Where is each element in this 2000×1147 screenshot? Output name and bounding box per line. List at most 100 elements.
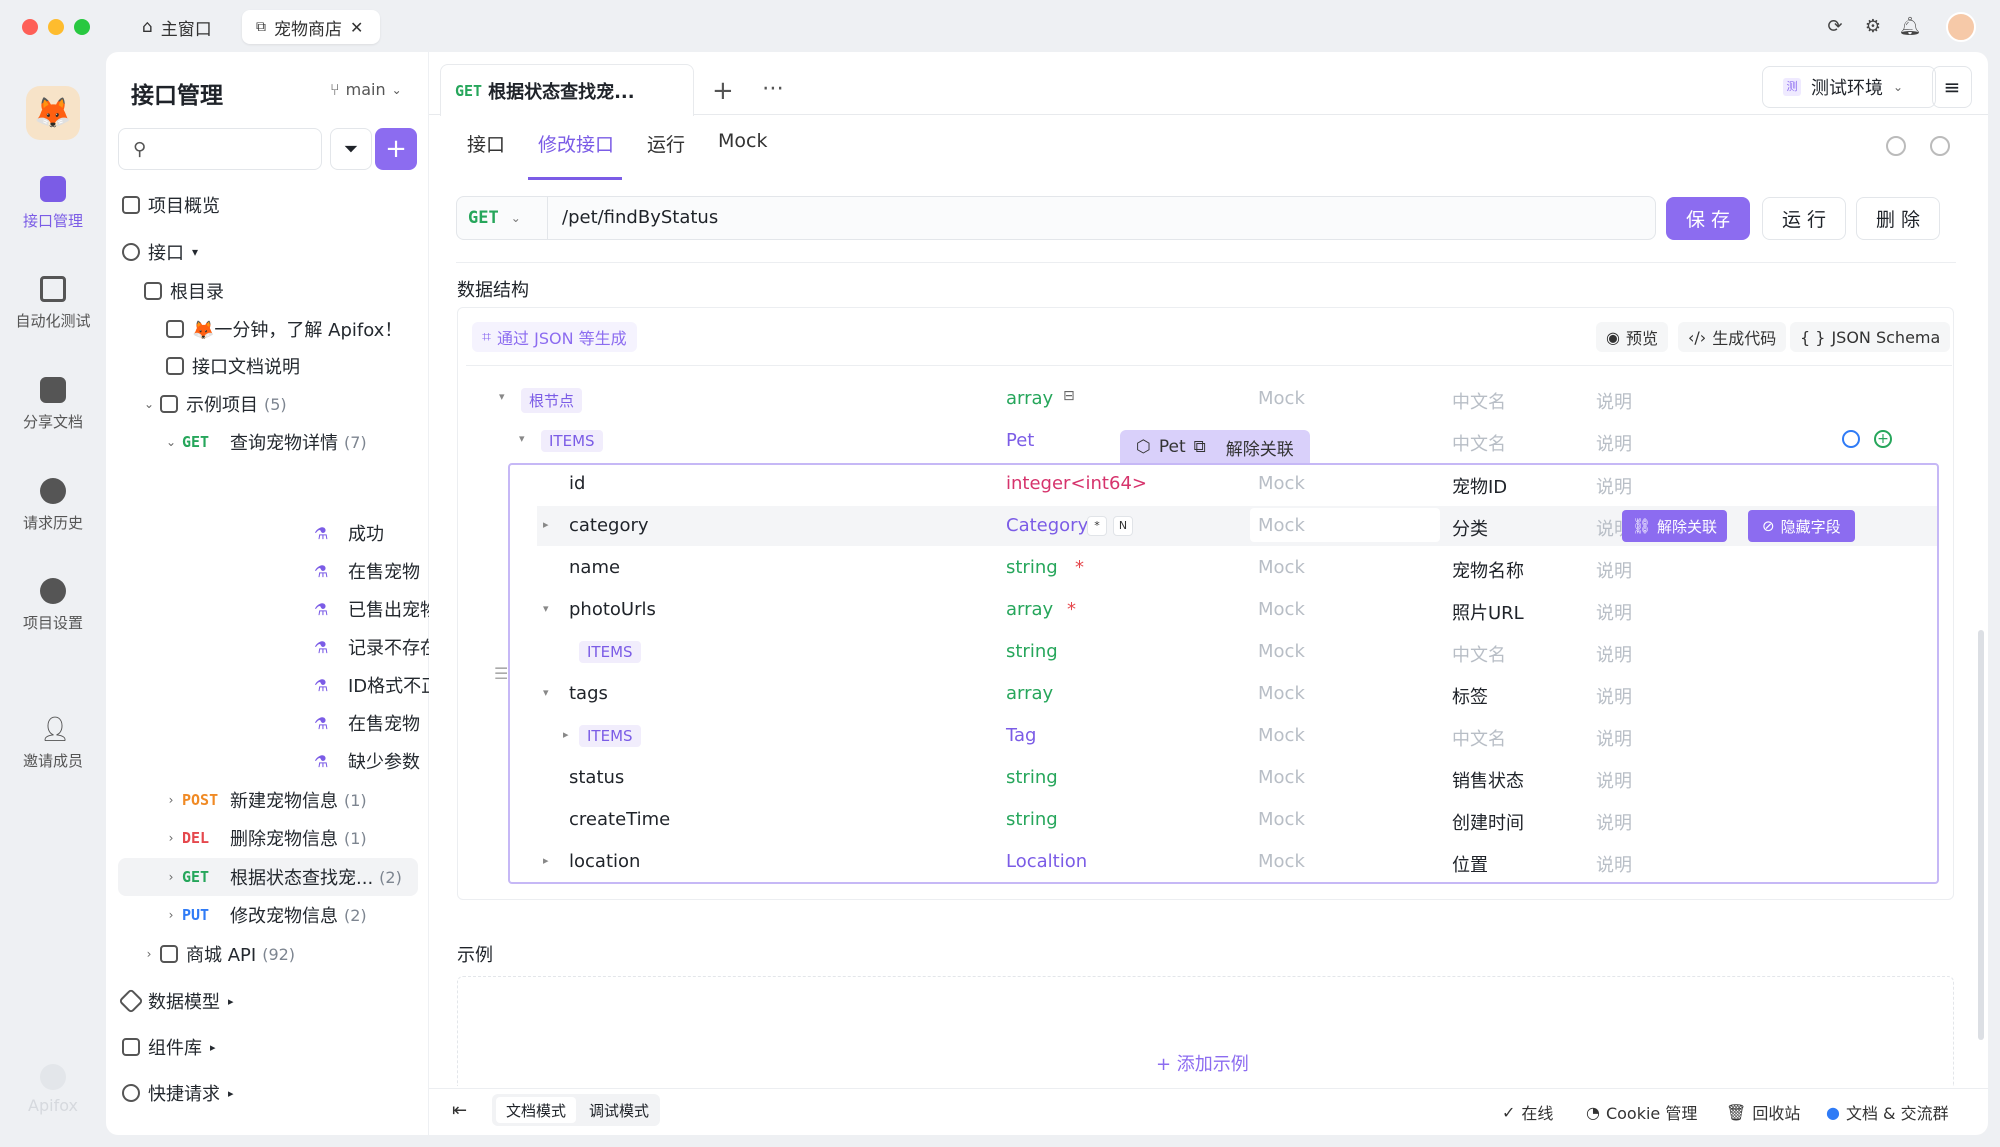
external-link-icon[interactable]: ⧉ [1194, 437, 1206, 457]
cn-name-input[interactable]: 中文名 [1452, 725, 1506, 751]
tree-item-quick-requests[interactable]: 快捷请求 ▸ [122, 1075, 234, 1111]
save-button[interactable]: 保 存 [1666, 197, 1750, 240]
tree-item-example-folder[interactable]: ⌄ 示例项目 (5) [138, 386, 287, 422]
mock-input[interactable]: Mock [1258, 641, 1305, 662]
add-example-button[interactable]: + 添加示例 [1156, 1050, 1249, 1076]
rail-item-settings[interactable]: 项目设置 [0, 578, 106, 633]
tree-item-doc[interactable]: 🦊一分钟，了解 Apifox！ [166, 311, 402, 347]
cn-name[interactable]: 照片URL [1452, 599, 1524, 625]
schema-row-field[interactable]: ▾ tags array Mock 标签 说明 [457, 673, 1954, 715]
schema-row-field[interactable]: ▸ ITEMS Tag Mock 中文名 说明 [457, 715, 1954, 757]
schema-row-field[interactable]: ▸ category Category * N Mock 分类 说明 [457, 505, 1954, 547]
maximize-window-button[interactable] [74, 19, 90, 35]
refresh-icon[interactable]: ⟳ [1822, 13, 1848, 39]
project-logo[interactable]: 🦊 [26, 86, 80, 140]
schema-row-field[interactable]: ITEMS string Mock 中文名 说明 [457, 631, 1954, 673]
delete-button[interactable]: 删 除 [1856, 197, 1940, 240]
tree-item-case[interactable]: ⚗ 缺少参数 [314, 743, 420, 779]
collapse-sidebar-icon[interactable]: ⇤ [452, 1100, 467, 1121]
tree-item-case[interactable]: ⚗ 已售出宠物 [314, 591, 438, 627]
bell-icon[interactable]: 🔔︎ [1897, 13, 1923, 39]
tree-item-case[interactable]: ⚗ 在售宠物 [314, 705, 420, 741]
tree-item-case[interactable]: ⚗ 成功 [314, 515, 384, 551]
mock-input[interactable]: Mock [1258, 851, 1305, 872]
preview-button[interactable]: ◉ 预览 [1596, 322, 1668, 352]
settings-icon[interactable] [1930, 136, 1950, 156]
tree-item-api-put[interactable]: › PUT 修改宠物信息 (2) [160, 897, 367, 933]
nullable-badge[interactable]: N [1113, 516, 1133, 536]
scrollbar-thumb[interactable] [1978, 630, 1984, 1040]
subtab-mock[interactable]: Mock [718, 130, 767, 152]
cookie-manager-button[interactable]: ◔ Cookie 管理 [1586, 1100, 1697, 1124]
tree-item-root[interactable]: 根目录 [144, 273, 224, 309]
cn-name-input[interactable]: 中文名 [1452, 641, 1506, 667]
generate-from-json-button[interactable]: ⌗ 通过 JSON 等生成 [472, 322, 637, 352]
cn-name[interactable]: 标签 [1452, 683, 1488, 709]
required-badge[interactable]: * [1087, 516, 1107, 536]
cn-name[interactable]: 位置 [1452, 851, 1488, 877]
hide-field-button[interactable]: ⊘ 隐藏字段 [1748, 510, 1855, 542]
generate-code-button[interactable]: ‹/› 生成代码 [1678, 322, 1787, 352]
subtab-run[interactable]: 运行 [647, 130, 685, 157]
close-tab-icon[interactable]: ✕ [350, 18, 363, 37]
desc-input[interactable]: 说明 [1596, 473, 1632, 499]
more-options-icon[interactable] [1842, 430, 1860, 448]
trash-button[interactable]: 🗑︎ 回收站 [1726, 1100, 1800, 1124]
rail-item-api[interactable]: 接口管理 [0, 176, 106, 231]
mock-input[interactable]: Mock [1258, 557, 1305, 578]
tab-home[interactable]: ⌂ 主窗口 [128, 10, 226, 44]
desc-input[interactable]: 说明 [1596, 599, 1632, 625]
online-status[interactable]: ✓ 在线 [1502, 1100, 1553, 1124]
schema-row-field[interactable]: ▾ photoUrls array * Mock 照片URL 说明 [457, 589, 1954, 631]
desc-input[interactable]: 说明 [1596, 725, 1632, 751]
pet-ref-tag[interactable]: ⬡ Pet ⧉ 解除关联 [1120, 430, 1310, 464]
community-button[interactable]: ● 文档 & 交流群 [1826, 1100, 1949, 1124]
cn-name-input[interactable]: 中文名 [1452, 388, 1506, 414]
schema-row-field[interactable]: ▸ location Localtion Mock 位置 说明 [457, 841, 1954, 883]
desc-input[interactable]: 说明 [1596, 641, 1632, 667]
desc-input[interactable]: 说明 [1596, 557, 1632, 583]
mock-input[interactable]: Mock [1258, 599, 1305, 620]
subtab-api[interactable]: 接口 [467, 130, 505, 157]
desc-input[interactable]: 说明 [1596, 430, 1632, 456]
filter-button[interactable]: ⏷ [330, 128, 372, 170]
cn-name[interactable]: 宠物名称 [1452, 557, 1524, 583]
menu-icon[interactable]: ≡ [1932, 66, 1972, 108]
desc-input[interactable]: 说明 [1596, 767, 1632, 793]
desc-input[interactable]: 说明 [1596, 683, 1632, 709]
history-icon[interactable] [1886, 136, 1906, 156]
debug-mode-button[interactable]: 调试模式 [580, 1097, 658, 1123]
mock-input[interactable]: Mock [1258, 388, 1305, 409]
schema-row-field[interactable]: id integer<int64> Mock 宠物ID 说明 [457, 463, 1954, 505]
cn-name[interactable]: 创建时间 [1452, 809, 1524, 835]
tree-item-api-find-by-status[interactable]: › GET 根据状态查找宠... (2) [160, 859, 402, 895]
tab-project[interactable]: ⧉ 宠物商店 ✕ [242, 10, 380, 44]
url-input[interactable]: /pet/findByStatus [562, 207, 718, 228]
tree-item-case[interactable]: ⚗ 记录不存在 [314, 629, 438, 665]
doc-tab-active[interactable]: GET 根据状态查找宠... [440, 64, 694, 116]
add-button[interactable]: + [375, 128, 417, 170]
schema-row-field[interactable]: createTime string Mock 创建时间 说明 [457, 799, 1954, 841]
tree-item-apis[interactable]: 接口 ▾ [122, 234, 198, 270]
rail-item-invite[interactable]: 👤︎ 邀请成员 [0, 716, 106, 771]
tree-item-shop-folder[interactable]: › 商城 API (92) [138, 936, 295, 972]
mock-input[interactable]: Mock [1258, 473, 1305, 494]
more-icon[interactable]: ⋯ [762, 76, 784, 101]
settings-icon[interactable]: ⚙ [1860, 13, 1886, 39]
method-selector[interactable]: GET ⌄ [456, 196, 548, 240]
mock-input[interactable]: Mock [1258, 683, 1305, 704]
tree-item-overview[interactable]: 项目概览 [122, 187, 220, 223]
subtab-edit[interactable]: 修改接口 [538, 130, 614, 157]
tree-item-api-delete[interactable]: › DEL 删除宠物信息 (1) [160, 820, 367, 856]
tree-item-api-get-detail[interactable]: ⌄ GET 查询宠物详情 (7) [160, 424, 367, 460]
desc-input[interactable]: 说明 [1596, 851, 1632, 877]
tree-item-data-models[interactable]: 数据模型 ▸ [118, 983, 234, 1019]
rail-item-share-docs[interactable]: 分享文档 [0, 377, 106, 432]
search-input[interactable]: ⚲ [118, 128, 322, 170]
close-window-button[interactable] [22, 19, 38, 35]
rail-item-history[interactable]: 请求历史 [0, 478, 106, 533]
doc-mode-button[interactable]: 文档模式 [496, 1097, 576, 1123]
mock-input[interactable]: Mock [1258, 809, 1305, 830]
branch-selector[interactable]: ⑂ main ⌄ [330, 80, 402, 99]
new-tab-button[interactable]: + [712, 76, 734, 106]
